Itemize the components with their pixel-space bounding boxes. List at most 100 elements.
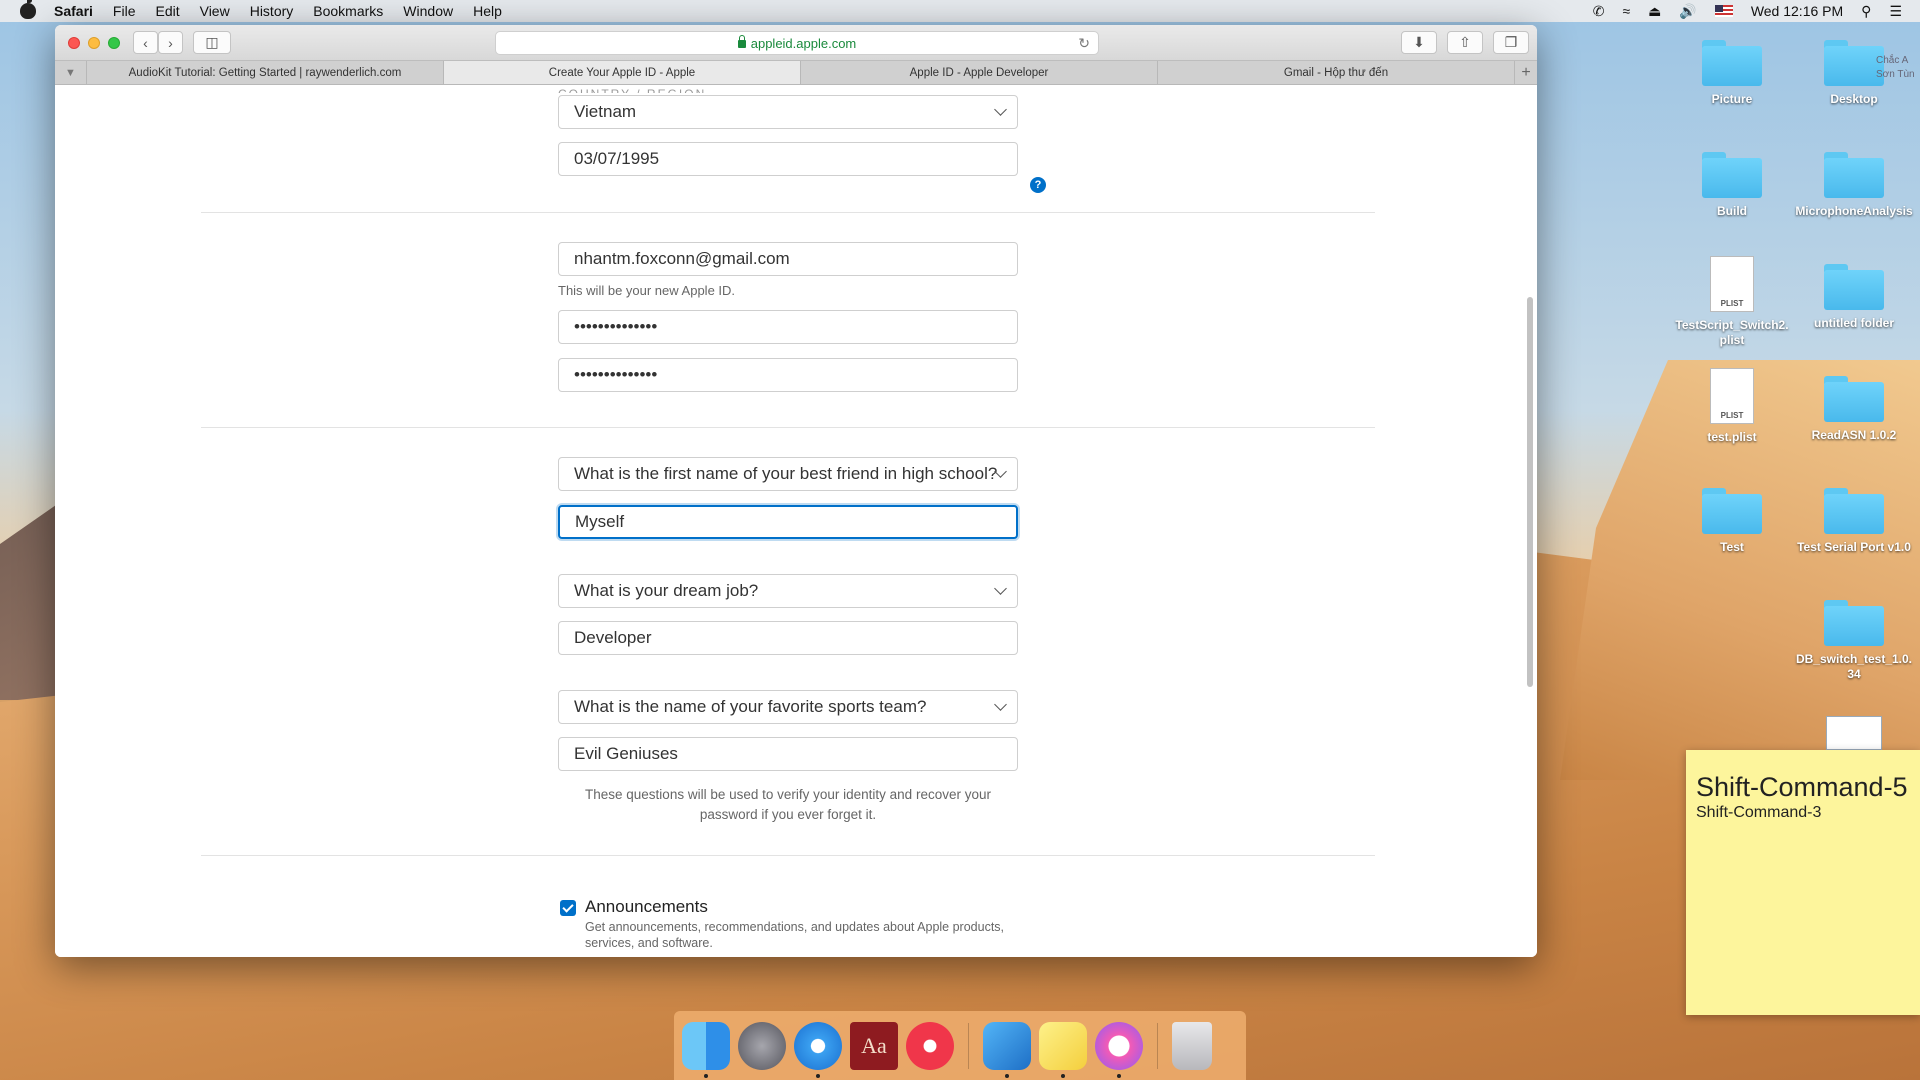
security-question-1-select[interactable]: What is the first name of your best frie…: [558, 457, 1018, 491]
notification-partial[interactable]: Chắc A Sơn Tùn: [1876, 54, 1915, 82]
menu-view[interactable]: View: [200, 3, 230, 19]
section-divider: [201, 427, 1375, 428]
menu-edit[interactable]: Edit: [155, 3, 179, 19]
password-value: ••••••••••••••: [574, 317, 658, 336]
news-icon[interactable]: [906, 1021, 954, 1070]
desktop-icon-label: MicrophoneAnalysis: [1795, 204, 1913, 218]
running-indicator: [1005, 1073, 1009, 1078]
dictionary-icon[interactable]: Aa: [850, 1021, 898, 1070]
security-question-3-select[interactable]: What is the name of your favorite sports…: [558, 690, 1018, 724]
tab-create-apple-id[interactable]: Create Your Apple ID - Apple: [444, 61, 801, 84]
stickies-icon[interactable]: [1039, 1021, 1087, 1078]
confirm-password-value: ••••••••••••••: [574, 365, 658, 384]
desktop-icon-label: DB_switch_test_1.0.34: [1795, 652, 1913, 681]
announcements-checkbox[interactable]: [560, 900, 576, 916]
desktop-icon[interactable]: PLIST test.plist: [1672, 368, 1792, 445]
country-select[interactable]: Vietnam: [558, 95, 1018, 129]
wifi-icon[interactable]: ≈: [1622, 3, 1630, 19]
menu-window[interactable]: Window: [403, 3, 453, 19]
menu-bar: Safari File Edit View History Bookmarks …: [0, 0, 1920, 22]
plist-badge: PLIST: [1720, 411, 1744, 420]
security-answer-2: Developer: [574, 628, 652, 647]
address-bar[interactable]: appleid.apple.com ↻: [495, 31, 1099, 55]
tab-overview-button[interactable]: ❐: [1493, 31, 1529, 54]
menu-help[interactable]: Help: [473, 3, 502, 19]
itunes-icon[interactable]: [1095, 1021, 1143, 1078]
folder-icon: [1824, 264, 1884, 310]
security-answer-3-field[interactable]: Evil Geniuses: [558, 737, 1018, 771]
security-answer-1-field[interactable]: Myself: [558, 505, 1018, 539]
section-divider: [201, 212, 1375, 213]
zoom-window-button[interactable]: [108, 37, 120, 49]
desktop-icon[interactable]: Test: [1672, 488, 1792, 555]
eject-icon[interactable]: ⏏: [1648, 3, 1661, 20]
close-window-button[interactable]: [68, 37, 80, 49]
desktop-icon[interactable]: PLIST TestScript_Switch2.plist: [1672, 256, 1792, 348]
folder-icon: [1824, 40, 1884, 86]
screenshot-thumbnail-icon[interactable]: [1826, 716, 1882, 750]
menu-history[interactable]: History: [250, 3, 294, 19]
spotlight-search-icon[interactable]: ⚲: [1861, 3, 1871, 20]
announcements-description: Get announcements, recommendations, and …: [585, 920, 1005, 950]
tab-apple-developer[interactable]: Apple ID - Apple Developer: [801, 61, 1158, 84]
back-button[interactable]: ‹: [133, 31, 158, 54]
downloads-button[interactable]: ⬇: [1401, 31, 1437, 54]
chevron-left-icon: ‹: [143, 34, 148, 51]
running-indicator: [1117, 1073, 1121, 1078]
desktop-icon[interactable]: ReadASN 1.0.2: [1794, 376, 1914, 443]
plist-badge: PLIST: [1720, 299, 1744, 308]
finder-icon[interactable]: [682, 1021, 730, 1078]
vertical-scrollbar[interactable]: [1527, 297, 1533, 687]
share-button[interactable]: ⇧: [1447, 31, 1483, 54]
pinned-tab-icon[interactable]: ▼: [55, 61, 87, 84]
minimize-window-button[interactable]: [88, 37, 100, 49]
folder-icon: [1702, 488, 1762, 534]
desktop-icon[interactable]: Test Serial Port v1.0: [1794, 488, 1914, 555]
running-indicator: [816, 1073, 820, 1078]
folder-icon: [1702, 152, 1762, 198]
menu-app-name[interactable]: Safari: [54, 3, 93, 19]
reload-icon[interactable]: ↻: [1078, 35, 1090, 52]
notification-center-icon[interactable]: ☰: [1889, 3, 1902, 20]
desktop-icon-label: ReadASN 1.0.2: [1811, 428, 1897, 442]
xcode-icon[interactable]: [983, 1021, 1031, 1078]
tab-audiokit[interactable]: AudioKit Tutorial: Getting Started | ray…: [87, 61, 444, 84]
tab-gmail[interactable]: Gmail - Hộp thư đến: [1158, 61, 1515, 84]
input-source-flag-icon[interactable]: [1714, 5, 1733, 17]
sticky-note-title: Shift-Command-5: [1696, 772, 1908, 802]
desktop-icon[interactable]: Picture: [1672, 40, 1792, 107]
new-tab-button[interactable]: +: [1515, 61, 1537, 84]
security-question-2-select[interactable]: What is your dream job?: [558, 574, 1018, 608]
desktop-icon-label: Desktop: [1830, 92, 1878, 106]
sticky-note[interactable]: Shift-Command-5 Shift-Command-3: [1686, 750, 1920, 1015]
desktop-icon[interactable]: untitled folder: [1794, 264, 1914, 331]
password-field[interactable]: ••••••••••••••: [558, 310, 1018, 344]
trash-icon[interactable]: [1172, 1021, 1212, 1070]
forward-button[interactable]: ›: [158, 31, 183, 54]
menu-bookmarks[interactable]: Bookmarks: [313, 3, 383, 19]
confirm-password-field[interactable]: ••••••••••••••: [558, 358, 1018, 392]
desktop-icon-label: Test Serial Port v1.0: [1797, 540, 1911, 554]
security-answer-2-field[interactable]: Developer: [558, 621, 1018, 655]
desktop-icon[interactable]: MicrophoneAnalysis: [1794, 152, 1914, 219]
safari-icon[interactable]: [794, 1021, 842, 1078]
phone-icon[interactable]: ✆: [1593, 3, 1605, 20]
desktop-icon[interactable]: DB_switch_test_1.0.34: [1794, 600, 1914, 682]
volume-icon[interactable]: 🔊: [1679, 3, 1696, 20]
help-icon[interactable]: ?: [1030, 177, 1046, 193]
desktop-icon[interactable]: Build: [1672, 152, 1792, 219]
notification-title: Chắc A: [1876, 55, 1909, 66]
launchpad-icon[interactable]: [738, 1021, 786, 1070]
apple-menu-icon[interactable]: [20, 0, 36, 19]
email-field[interactable]: nhantm.foxconn@gmail.com: [558, 242, 1018, 276]
dock-separator: [968, 1022, 969, 1069]
folder-icon: [1824, 376, 1884, 422]
birthday-field[interactable]: 03/07/1995: [558, 142, 1018, 176]
section-divider: [201, 855, 1375, 856]
toolbar: ‹ › ◫ appleid.apple.com ↻ ⬇ ⇧ ❐: [55, 25, 1537, 61]
plist-file-icon: PLIST: [1710, 368, 1754, 424]
menu-file[interactable]: File: [113, 3, 136, 19]
sidebar-toggle-button[interactable]: ◫: [193, 31, 231, 54]
clock[interactable]: Wed 12:16 PM: [1751, 3, 1843, 19]
security-question-3: What is the name of your favorite sports…: [574, 697, 927, 716]
